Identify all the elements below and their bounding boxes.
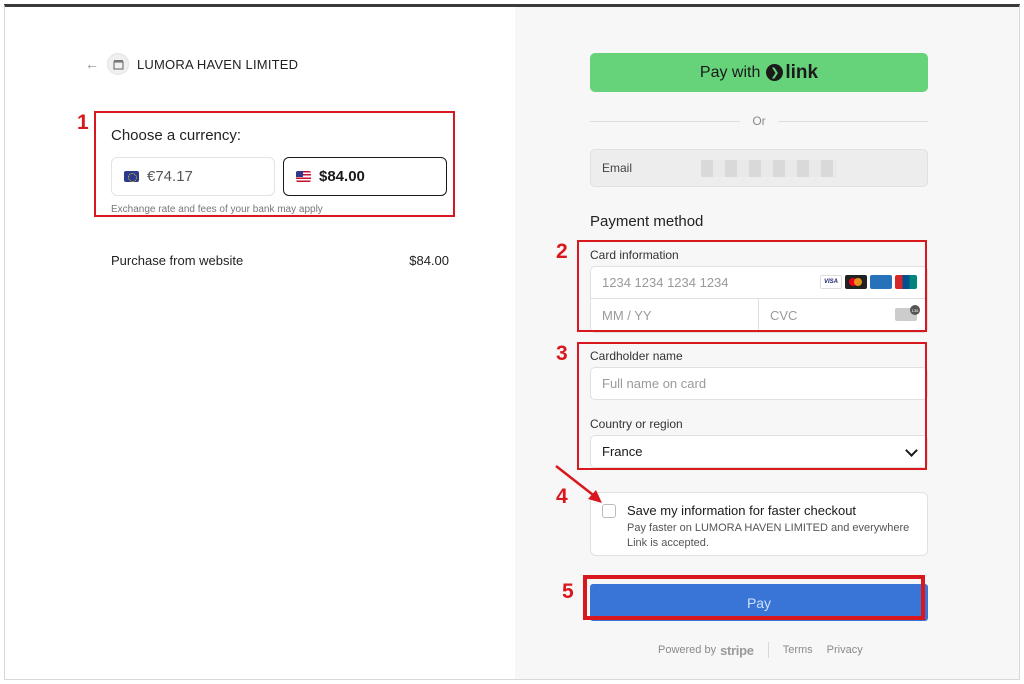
line-item: Purchase from website $84.00 — [111, 253, 449, 268]
annotation-box-currency — [94, 111, 455, 217]
link-logo: ❯ link — [766, 62, 818, 84]
link-arrow-icon: ❯ — [766, 64, 784, 81]
annotation-box-cardholder — [577, 342, 927, 470]
link-brand: link — [785, 61, 819, 83]
payment-method-title: Payment method — [590, 213, 704, 230]
line-item-price: $84.00 — [409, 253, 449, 268]
annotation-box-card — [577, 240, 927, 332]
store-icon — [107, 53, 129, 75]
save-info-title: Save my information for faster checkout — [627, 503, 857, 518]
annotation-arrow-icon — [555, 465, 602, 503]
pay-with-label: Pay with — [699, 63, 761, 81]
annotation-box-pay — [583, 575, 925, 620]
annotation-step-5: 5 — [562, 580, 574, 603]
arrow-left-icon[interactable]: ← — [85, 56, 103, 72]
save-info-description: Pay faster on LUMORA HAVEN LIMITED and e… — [627, 522, 910, 549]
email-label: Email — [602, 161, 633, 175]
stripe-logo: stripe — [720, 642, 754, 658]
divider-line — [777, 120, 928, 122]
email-field[interactable]: Email — [590, 149, 928, 187]
save-info-box: Save my information for faster checkout … — [590, 492, 928, 556]
merchant-name: LUMORA HAVEN LIMITED — [137, 56, 299, 72]
pay-with-link-button[interactable]: Pay with ❯ link — [590, 53, 928, 92]
terms-link[interactable]: Terms — [783, 644, 813, 656]
annotation-step-2: 2 — [556, 240, 568, 263]
or-divider: Or — [590, 113, 928, 129]
privacy-link[interactable]: Privacy — [827, 644, 863, 656]
order-summary-panel: ← LUMORA HAVEN LIMITED Choose a currency… — [5, 7, 515, 679]
line-item-name: Purchase from website — [111, 253, 244, 268]
email-value-redacted — [701, 160, 837, 177]
footer-separator — [767, 642, 769, 658]
powered-by-text: Powered by — [658, 644, 717, 656]
or-text: Or — [752, 114, 766, 128]
annotation-step-1: 1 — [77, 111, 89, 134]
footer: Powered by stripe Terms Privacy — [658, 642, 863, 658]
annotation-step-3: 3 — [556, 342, 568, 365]
divider-line — [590, 120, 741, 122]
merchant-header: ← LUMORA HAVEN LIMITED — [85, 53, 298, 75]
